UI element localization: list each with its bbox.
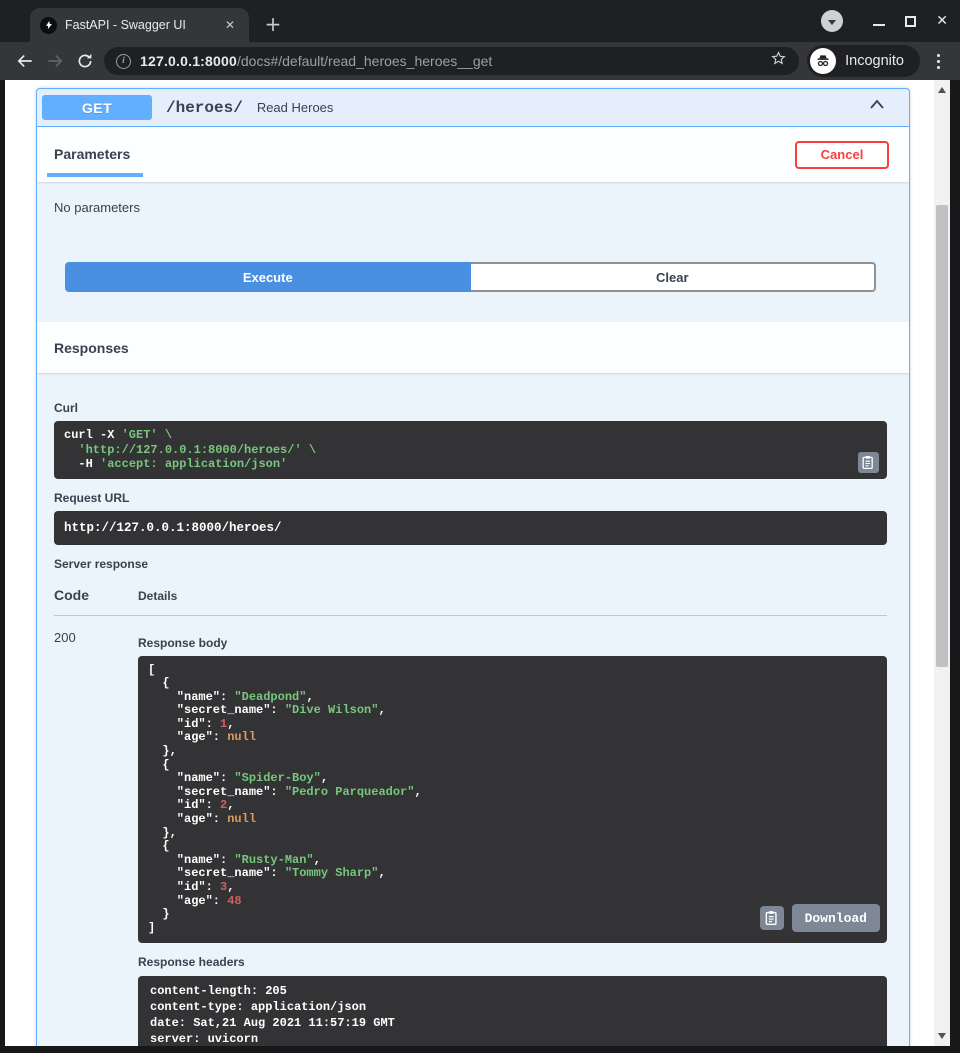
tab-title: FastAPI - Swagger UI bbox=[65, 18, 213, 32]
url-text[interactable]: 127.0.0.1:8000/docs#/default/read_heroes… bbox=[140, 53, 761, 69]
tab-parameters[interactable]: Parameters bbox=[54, 146, 130, 164]
scrollbar-thumb[interactable] bbox=[936, 205, 948, 667]
incognito-badge: Incognito bbox=[807, 45, 920, 77]
status-code: 200 bbox=[54, 628, 138, 1047]
copy-response-button[interactable] bbox=[760, 906, 784, 930]
opblock-summary[interactable]: GET /heroes/ Read Heroes bbox=[37, 89, 909, 127]
new-tab-button[interactable]: + bbox=[260, 12, 286, 38]
swagger-page: GET /heroes/ Read Heroes Parameters Canc… bbox=[5, 80, 934, 1046]
url-path: /docs#/default/read_heroes_heroes__get bbox=[237, 53, 492, 69]
collapse-chevron-icon[interactable] bbox=[865, 93, 889, 122]
forward-button[interactable] bbox=[40, 51, 70, 71]
response-body-label: Response body bbox=[138, 636, 887, 650]
execute-button[interactable]: Execute bbox=[65, 262, 471, 292]
request-url-block: http://127.0.0.1:8000/heroes/ bbox=[54, 511, 887, 545]
incognito-icon bbox=[810, 48, 836, 74]
chevron-down-icon bbox=[828, 20, 836, 25]
page-content: GET /heroes/ Read Heroes Parameters Canc… bbox=[5, 80, 950, 1046]
close-window-button[interactable]: ✕ bbox=[936, 14, 948, 28]
minimize-button[interactable] bbox=[873, 24, 885, 26]
site-info-icon[interactable]: i bbox=[116, 54, 131, 69]
request-url-value: http://127.0.0.1:8000/heroes/ bbox=[64, 521, 282, 535]
server-response-label: Server response bbox=[54, 557, 887, 571]
cancel-button[interactable]: Cancel bbox=[795, 141, 889, 169]
parameters-header: Parameters Cancel bbox=[37, 127, 909, 182]
response-headers-text: content-length: 205content-type: applica… bbox=[150, 983, 875, 1046]
scrollbar-up-icon[interactable] bbox=[938, 87, 946, 93]
response-headers-label: Response headers bbox=[138, 955, 887, 969]
response-details: Response body [ { "name": "Deadpond", "s… bbox=[138, 628, 887, 1047]
code-column-header: Code bbox=[54, 587, 138, 603]
browser-menu-button[interactable] bbox=[926, 54, 950, 69]
response-body-json: [ { "name": "Deadpond", "secret_name": "… bbox=[148, 664, 877, 936]
page-scrollbar[interactable] bbox=[934, 80, 950, 1046]
responses-title: Responses bbox=[54, 340, 129, 356]
scrollbar-down-icon[interactable] bbox=[938, 1033, 946, 1039]
clear-button[interactable]: Clear bbox=[471, 262, 877, 292]
curl-command-block: curl -X 'GET' \ 'http://127.0.0.1:8000/h… bbox=[54, 421, 887, 479]
back-button[interactable] bbox=[10, 51, 40, 71]
browser-titlebar: FastAPI - Swagger UI ✕ + ✕ bbox=[0, 0, 960, 42]
response-table-head: Code Details bbox=[54, 587, 887, 616]
response-headers-block: content-length: 205content-type: applica… bbox=[138, 976, 887, 1046]
endpoint-path: /heroes/ bbox=[166, 99, 243, 117]
browser-tab[interactable]: FastAPI - Swagger UI ✕ bbox=[30, 8, 249, 42]
responses-body: Curl curl -X 'GET' \ 'http://127.0.0.1:8… bbox=[37, 373, 909, 1046]
incognito-label: Incognito bbox=[845, 53, 904, 69]
url-host: 127.0.0.1:8000 bbox=[140, 53, 237, 69]
method-badge: GET bbox=[42, 95, 152, 120]
opblock-get-heroes: GET /heroes/ Read Heroes Parameters Canc… bbox=[36, 88, 910, 1046]
server-response-table: Code Details 200 Response body [ { "name… bbox=[54, 587, 887, 1047]
browser-toolbar: i 127.0.0.1:8000/docs#/default/read_hero… bbox=[0, 42, 960, 80]
parameters-body: No parameters Execute Clear bbox=[37, 182, 909, 292]
window-controls: ✕ bbox=[821, 10, 948, 32]
copy-curl-button[interactable] bbox=[858, 452, 879, 473]
endpoint-summary: Read Heroes bbox=[257, 100, 334, 115]
response-body-actions: Download bbox=[760, 904, 880, 932]
reload-button[interactable] bbox=[70, 52, 100, 70]
execute-group: Execute Clear bbox=[65, 262, 876, 292]
tab-close-icon[interactable]: ✕ bbox=[221, 16, 239, 34]
responses-header: Responses bbox=[37, 322, 909, 373]
details-column-header: Details bbox=[138, 589, 177, 603]
no-parameters-text: No parameters bbox=[54, 200, 887, 215]
download-button[interactable]: Download bbox=[792, 904, 880, 932]
response-body-block: [ { "name": "Deadpond", "secret_name": "… bbox=[138, 656, 887, 944]
request-url-label: Request URL bbox=[54, 491, 887, 505]
tab-search-button[interactable] bbox=[821, 10, 843, 32]
curl-command-text: curl -X 'GET' \ 'http://127.0.0.1:8000/h… bbox=[64, 428, 843, 472]
address-bar[interactable]: i 127.0.0.1:8000/docs#/default/read_hero… bbox=[104, 47, 799, 75]
bookmark-star-icon[interactable] bbox=[770, 50, 787, 72]
curl-label: Curl bbox=[54, 401, 887, 415]
maximize-button[interactable] bbox=[905, 16, 916, 27]
fastapi-favicon-icon bbox=[40, 17, 57, 34]
response-row-200: 200 Response body [ { "name": "Deadpond"… bbox=[54, 616, 887, 1047]
